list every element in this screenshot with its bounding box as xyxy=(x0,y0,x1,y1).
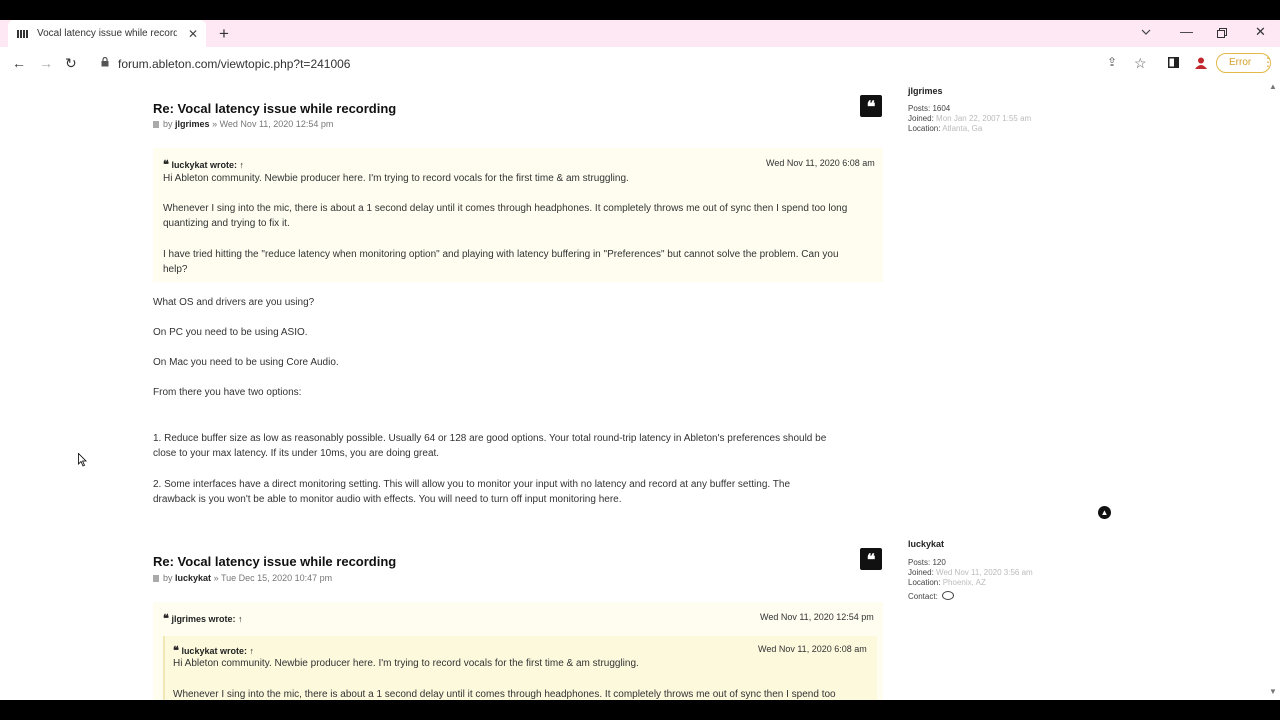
post-icon[interactable] xyxy=(153,575,159,582)
profile-contact: Contact: xyxy=(908,591,955,601)
address-bar-url[interactable]: forum.ableton.com/viewtopic.php?t=241006 xyxy=(118,57,350,71)
joined-label: Joined: xyxy=(908,114,934,123)
back-to-top-icon[interactable]: ▲ xyxy=(1098,506,1111,519)
profile-location: Location: Atlanta, Ga xyxy=(908,124,982,133)
mouse-cursor-icon xyxy=(78,453,87,467)
profile-location: Location: Phoenix, AZ xyxy=(908,578,986,587)
profile-username[interactable]: jlgrimes xyxy=(908,86,943,96)
tab-close-icon[interactable]: ✕ xyxy=(188,27,198,41)
post-text: drawback is you won't be able to monitor… xyxy=(153,494,622,505)
quote-text: help? xyxy=(163,264,188,275)
quote-button[interactable]: ❝ xyxy=(860,95,882,117)
quote-text: quantizing and trying to fix it. xyxy=(163,218,290,229)
minimize-icon[interactable]: — xyxy=(1180,24,1193,39)
profile-joined: Joined: Mon Jan 22, 2007 1:55 am xyxy=(908,114,1031,123)
location-value: Atlanta, Ga xyxy=(942,124,983,133)
error-label: Error xyxy=(1229,57,1252,68)
quote-author[interactable]: luckykat wrote: xyxy=(181,646,247,656)
quote-jump-arrow-icon[interactable]: ↑ xyxy=(239,160,244,170)
joined-label: Joined: xyxy=(908,568,934,577)
post-date: Tue Dec 15, 2020 10:47 pm xyxy=(220,573,333,583)
post-text: 1. Reduce buffer size as low as reasonab… xyxy=(153,433,827,444)
post-text: On Mac you need to be using Core Audio. xyxy=(153,357,339,368)
post-text: What OS and drivers are you using? xyxy=(153,297,315,308)
quote-text: Whenever I sing into the mic, there is a… xyxy=(173,689,836,700)
quote-header: ❝ jlgrimes wrote: ↑ xyxy=(163,612,242,625)
separator: » xyxy=(213,573,219,583)
quote-icon: ❝ xyxy=(163,159,169,171)
post-text: From there you have two options: xyxy=(153,387,302,398)
separator: » xyxy=(212,119,218,129)
author-link[interactable]: jlgrimes xyxy=(175,119,210,129)
scrollbar-down-arrow-icon[interactable]: ▼ xyxy=(1269,687,1277,696)
side-panel-icon[interactable] xyxy=(1168,57,1179,68)
contact-label: Contact: xyxy=(908,592,938,601)
quote-text: Whenever I sing into the mic, there is a… xyxy=(163,203,848,214)
quote-text: Hi Ableton community. Newbie producer he… xyxy=(163,173,629,184)
post-text: 2. Some interfaces have a direct monitor… xyxy=(153,479,791,490)
profile-username[interactable]: luckykat xyxy=(908,539,944,549)
new-tab-button[interactable]: + xyxy=(219,24,229,44)
post-icon[interactable] xyxy=(153,121,159,128)
quote-header: ❝ luckykat wrote: ↑ xyxy=(163,158,244,171)
post-title[interactable]: Re: Vocal latency issue while recording xyxy=(153,554,396,569)
tab-search-chevron-icon[interactable] xyxy=(1141,28,1151,36)
contact-chat-icon[interactable] xyxy=(942,591,955,600)
back-arrow-icon[interactable]: ← xyxy=(12,55,26,71)
profile-icon[interactable] xyxy=(1195,57,1207,69)
kebab-menu-icon[interactable]: ⋮ xyxy=(1262,55,1274,69)
location-value: Phoenix, AZ xyxy=(942,578,986,587)
location-label: Location: xyxy=(908,578,941,587)
author-link[interactable]: luckykat xyxy=(175,573,211,583)
quote-date: Wed Nov 11, 2020 6:08 am xyxy=(766,158,875,168)
restore-icon[interactable] xyxy=(1217,28,1227,38)
bookmark-star-icon[interactable]: ☆ xyxy=(1134,55,1147,72)
close-window-icon[interactable]: ✕ xyxy=(1255,24,1266,40)
quote-jump-arrow-icon[interactable]: ↑ xyxy=(238,614,243,624)
location-label: Location: xyxy=(908,124,941,133)
post-meta: by luckykat » Tue Dec 15, 2020 10:47 pm xyxy=(153,573,332,583)
scrollbar-up-arrow-icon[interactable]: ▲ xyxy=(1269,82,1277,91)
lock-icon[interactable] xyxy=(101,57,109,67)
quote-text: Hi Ableton community. Newbie producer he… xyxy=(173,658,639,669)
page-content: Re: Vocal latency issue while recording … xyxy=(0,80,1280,700)
quote-date: Wed Nov 11, 2020 12:54 pm xyxy=(760,612,874,622)
post-text: On PC you need to be using ASIO. xyxy=(153,327,308,338)
profile-posts[interactable]: Posts: 1604 xyxy=(908,104,950,113)
profile-joined: Joined: Wed Nov 11, 2020 3:56 am xyxy=(908,568,1033,577)
forward-arrow-icon[interactable]: → xyxy=(39,55,53,71)
by-label: by xyxy=(163,573,173,583)
quote-button[interactable]: ❝ xyxy=(860,548,882,570)
ableton-favicon-icon xyxy=(17,30,28,38)
by-label: by xyxy=(163,119,173,129)
nested-quote-date: Wed Nov 11, 2020 6:08 am xyxy=(758,644,867,654)
quote-icon: ❝ xyxy=(163,613,169,625)
post-date: Wed Nov 11, 2020 12:54 pm xyxy=(219,119,334,129)
joined-value: Mon Jan 22, 2007 1:55 am xyxy=(936,114,1032,123)
post-text: close to your max latency. If its under … xyxy=(153,448,440,459)
quote-text: I have tried hitting the "reduce latency… xyxy=(163,249,839,260)
share-icon[interactable]: ⇪ xyxy=(1107,55,1117,69)
post-meta: by jlgrimes » Wed Nov 11, 2020 12:54 pm xyxy=(153,119,333,129)
joined-value: Wed Nov 11, 2020 3:56 am xyxy=(936,568,1033,577)
post-title[interactable]: Re: Vocal latency issue while recording xyxy=(153,101,396,116)
quote-author[interactable]: jlgrimes wrote: xyxy=(171,614,235,624)
profile-posts[interactable]: Posts: 120 xyxy=(908,558,946,567)
tab-title: Vocal latency issue while recording xyxy=(37,28,177,39)
reload-icon[interactable]: ↻ xyxy=(65,55,77,72)
quote-author[interactable]: luckykat wrote: xyxy=(171,160,237,170)
quote-jump-arrow-icon[interactable]: ↑ xyxy=(249,646,254,656)
